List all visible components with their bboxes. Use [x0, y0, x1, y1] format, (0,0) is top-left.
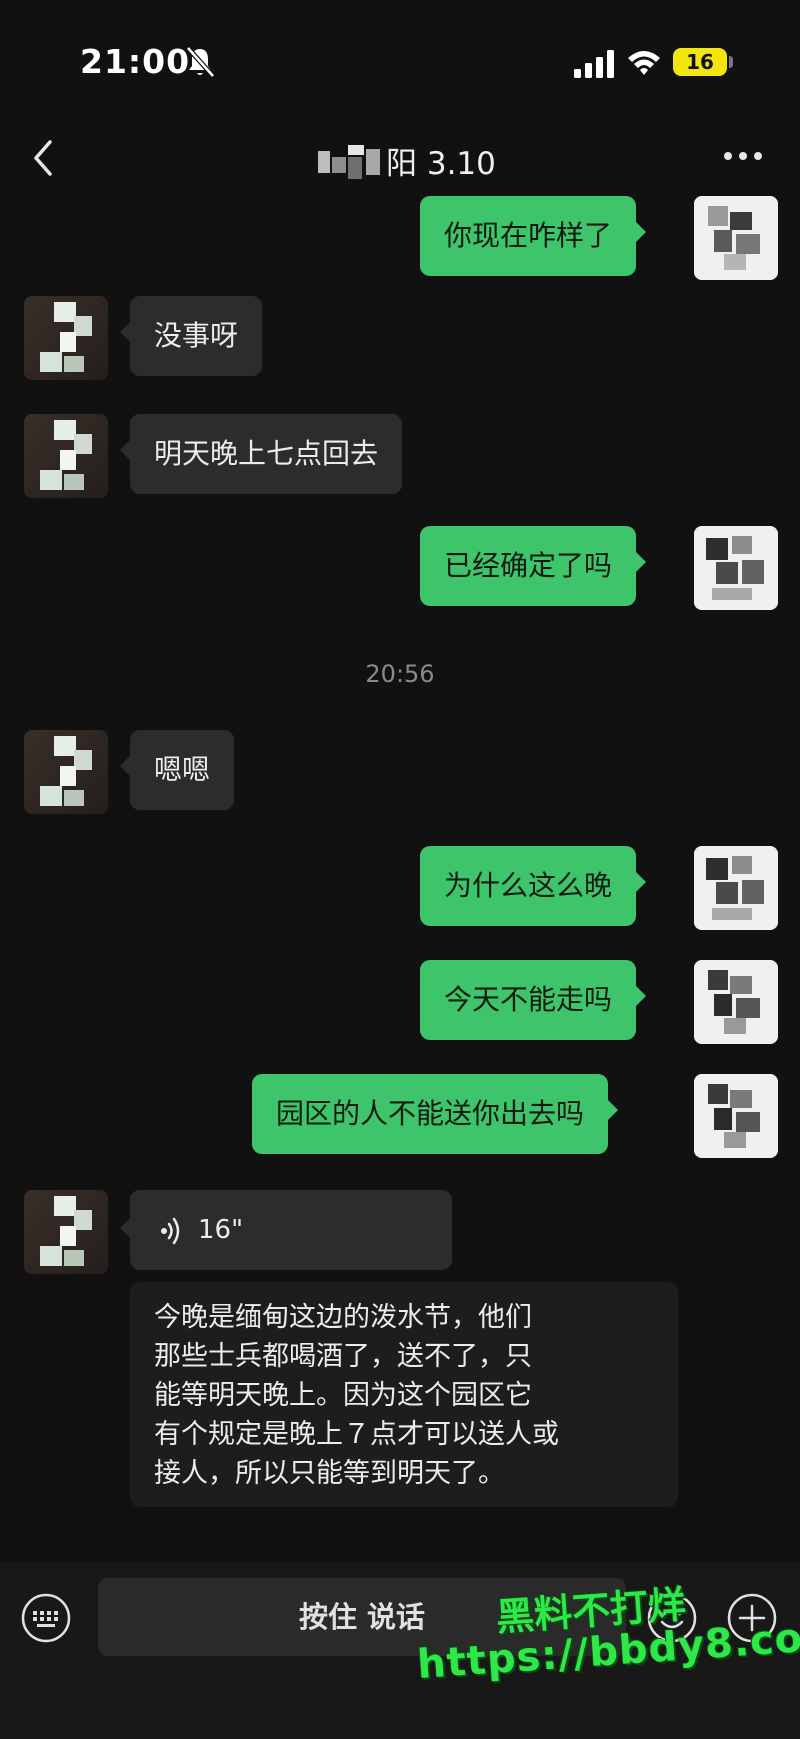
message-bubble-outgoing[interactable]: 已经确定了吗 — [420, 526, 647, 606]
message-bubble-outgoing[interactable]: 今天不能走吗 — [420, 960, 647, 1040]
transcript-line: 今晚是缅甸这边的泼水节，他们 — [154, 1302, 532, 1333]
avatar-contact[interactable] — [24, 1190, 108, 1274]
avatar-self[interactable] — [694, 846, 778, 930]
signal-icon — [574, 50, 614, 78]
avatar-self[interactable] — [694, 196, 778, 280]
message-bubble-outgoing[interactable]: 你现在咋样了 — [420, 196, 647, 276]
back-icon[interactable] — [28, 138, 58, 178]
message-bubble-incoming[interactable]: 嗯嗯 — [119, 730, 235, 810]
message-bubble-outgoing[interactable]: 园区的人不能送你出去吗 — [252, 1074, 619, 1154]
message-timestamp: 20:56 — [365, 660, 435, 688]
voice-transcript: 今晚是缅甸这边的泼水节，他们 那些士兵都喝酒了，送不了，只 能等明天晚上。因为这… — [130, 1282, 678, 1507]
message-bubble-outgoing[interactable]: 为什么这么晚 — [420, 846, 647, 926]
voice-icon — [161, 1217, 180, 1245]
censor-mosaic — [318, 145, 380, 179]
bell-mute-icon — [186, 46, 215, 78]
chat-title[interactable]: 阳 3.10 — [386, 138, 496, 183]
transcript-line: 那些士兵都喝酒了，送不了，只 — [154, 1341, 532, 1372]
avatar-self[interactable] — [694, 526, 778, 610]
battery-indicator: 16 — [673, 48, 727, 76]
status-time: 21:00 — [80, 42, 191, 81]
transcript-line: 接人，所以只能等到明天了。 — [154, 1458, 505, 1489]
voice-duration: 16" — [198, 1215, 244, 1245]
keyboard-icon[interactable] — [20, 1592, 72, 1644]
avatar-self[interactable] — [694, 960, 778, 1044]
battery-tip — [729, 56, 733, 68]
message-bubble-incoming[interactable]: 没事呀 — [119, 296, 263, 376]
voice-message[interactable]: 16" — [120, 1190, 452, 1270]
status-bar: 21:00 16 — [0, 0, 800, 120]
message-bubble-incoming[interactable]: 明天晚上七点回去 — [119, 414, 403, 494]
avatar-self[interactable] — [694, 1074, 778, 1158]
avatar-contact[interactable] — [24, 296, 108, 380]
transcript-line: 能等明天晚上。因为这个园区它 — [154, 1380, 532, 1411]
avatar-contact[interactable] — [24, 414, 108, 498]
avatar-contact[interactable] — [24, 730, 108, 814]
transcript-line: 有个规定是晚上７点才可以送人或 — [154, 1419, 559, 1450]
more-icon[interactable] — [722, 144, 764, 168]
wifi-icon — [628, 51, 660, 75]
